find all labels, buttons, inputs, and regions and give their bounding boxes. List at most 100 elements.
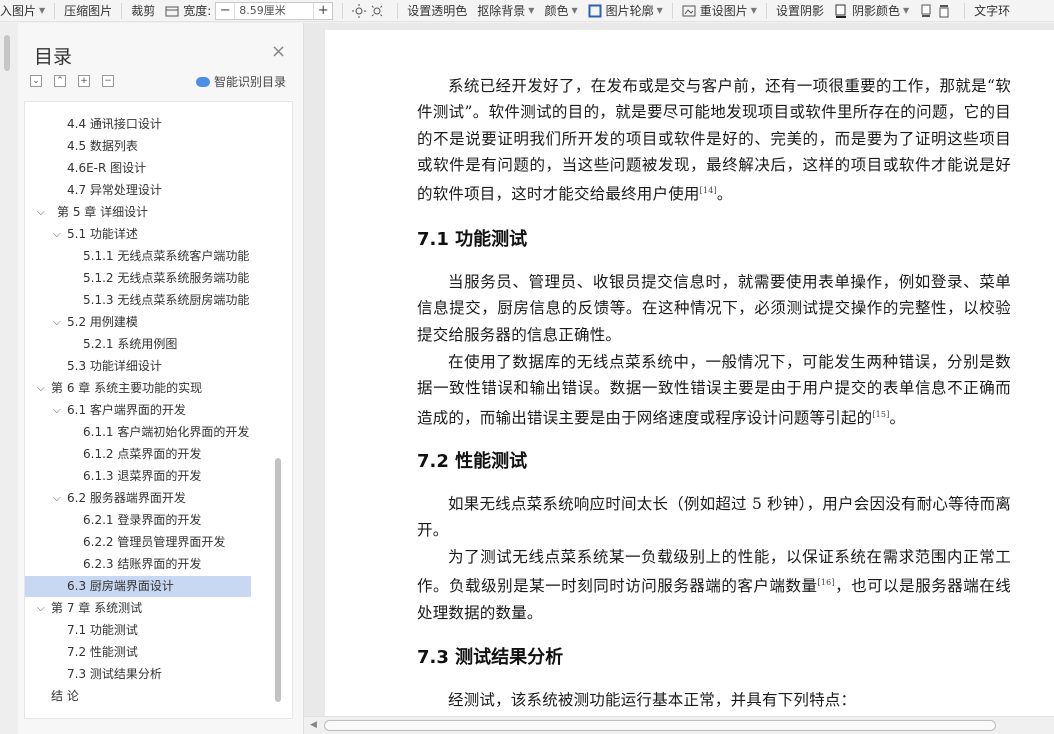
reset-picture-button[interactable]: 重设图片 ▼ <box>677 0 762 22</box>
paragraph-text: 系统已经开发好了，在发布或是交与客户前，还有一项很重要的工作，那就是“软件测试”… <box>417 77 1011 204</box>
scroll-left-icon[interactable]: ◀ <box>310 720 317 730</box>
chevron-down-icon[interactable]: ⌵ <box>53 488 61 509</box>
width-stepper[interactable]: − 8.59厘米 + <box>215 1 334 20</box>
paragraph: 经测试，该系统被测功能运行基本正常，并具有下列特点： <box>448 691 857 709</box>
toc-item[interactable]: ⌵ 5.2 用例建模 <box>25 312 251 333</box>
width-control: 宽度: − 8.59厘米 + <box>160 0 338 22</box>
picture-toolbar: 入图片 ▼ 压缩图片 裁剪 宽度: − 8.59厘米 + 设置透明色 抠除背景 ▼ … <box>0 0 1054 22</box>
insert-picture-button[interactable]: 入图片 ▼ <box>0 0 50 22</box>
expand-all-icon[interactable]: ⌃ <box>54 75 66 87</box>
toc-item-label: 5.2 用例建模 <box>67 315 138 329</box>
chevron-down-icon[interactable]: ⌵ <box>37 378 45 399</box>
toc-item-label: 6.2.1 登录界面的开发 <box>83 513 202 527</box>
toolbar-divider <box>964 2 966 19</box>
shadow-nudge-up-icon[interactable] <box>919 4 933 18</box>
toc-item[interactable]: 5.2.1 系统用例图 <box>25 334 251 355</box>
toc-item[interactable]: ⌵ 5.1 功能详述 <box>25 224 251 245</box>
section-heading: 7.2 性能测试 <box>417 451 528 472</box>
toc-item[interactable]: 4.6E-R 图设计 <box>25 158 251 179</box>
paragraph-text: 。 <box>716 185 733 204</box>
panel-resize-handle[interactable] <box>4 35 10 71</box>
set-shadow-button[interactable]: 设置阴影 <box>771 0 829 22</box>
toc-item[interactable]: 结 论 <box>25 686 251 707</box>
shadow-nudge-buttons <box>914 0 960 22</box>
shadow-color-icon <box>834 4 848 18</box>
set-transparent-color-button[interactable]: 设置透明色 <box>402 0 472 22</box>
toolbar-divider <box>671 2 673 19</box>
toc-item-label: 结 论 <box>51 689 79 703</box>
toc-item[interactable]: 5.1.3 无线点菜系统厨房端功能 <box>25 290 251 311</box>
toc-item[interactable]: 4.4 通讯接口设计 <box>25 114 251 135</box>
chevron-down-icon: ▼ <box>656 6 663 15</box>
paragraph-text: 。 <box>889 408 906 427</box>
toc-item-label: 6.1.3 退菜界面的开发 <box>83 469 202 483</box>
text-wrap-button[interactable]: 文字环 <box>969 0 1015 22</box>
compress-picture-button[interactable]: 压缩图片 <box>59 0 117 22</box>
toc-item-chapter-7[interactable]: ⌵ 第 7 章 系统测试 <box>25 598 251 619</box>
collapse-all-icon[interactable]: ⌄ <box>30 75 42 87</box>
add-heading-icon[interactable]: + <box>78 75 90 87</box>
color-button[interactable]: 颜色 ▼ <box>539 0 582 22</box>
chevron-down-icon[interactable]: ⌵ <box>37 598 45 619</box>
toc-item-chapter-6[interactable]: ⌵ 第 6 章 系统主要功能的实现 <box>25 378 251 399</box>
brightness-buttons <box>347 0 393 22</box>
remove-background-button[interactable]: 抠除背景 ▼ <box>472 0 539 22</box>
scrollbar-thumb[interactable] <box>324 720 996 731</box>
chevron-down-icon[interactable]: ⌵ <box>53 224 61 245</box>
reset-picture-icon <box>682 4 696 18</box>
toc-item[interactable]: 5.1.2 无线点菜系统服务端功能 <box>25 268 251 289</box>
toc-item[interactable]: 6.2.1 登录界面的开发 <box>25 510 251 531</box>
toc-item[interactable]: 4.5 数据列表 <box>25 136 251 157</box>
chevron-down-icon[interactable]: ⌵ <box>53 312 61 333</box>
chevron-down-icon[interactable]: ⌵ <box>53 400 61 421</box>
brightness-up-icon[interactable] <box>352 3 367 18</box>
paragraph: 为了测试无线点菜系统某一负载级别上的性能，以保证系统在需求范围内正常工作。负载级… <box>417 544 1011 626</box>
toc-item[interactable]: 7.1 功能测试 <box>25 620 251 641</box>
toc-item-label: 6.1.2 点菜界面的开发 <box>83 447 202 461</box>
toc-item-label: 5.1.2 无线点菜系统服务端功能 <box>83 271 250 285</box>
toc-item-chapter-5[interactable]: ⌵ 第 5 章 详细设计 <box>25 202 251 223</box>
toc-item-active[interactable]: 6.3 厨房端界面设计 <box>25 576 251 597</box>
close-icon[interactable]: × <box>271 43 286 61</box>
shadow-color-button[interactable]: 阴影颜色 ▼ <box>829 0 914 22</box>
crop-label: 裁剪 <box>131 4 156 18</box>
paragraph: 在使用了数据库的无线点菜系统中，一般情况下，可能发生两种错误，分别是数据一致性错… <box>417 349 1011 431</box>
toc-item[interactable]: 7.2 性能测试 <box>25 642 251 663</box>
toc-item-label: 5.3 功能详细设计 <box>67 359 162 373</box>
toc-item[interactable]: 5.1.1 无线点菜系统客户端功能 <box>25 246 251 267</box>
toc-item[interactable]: 6.1.3 退菜界面的开发 <box>25 466 251 487</box>
width-input[interactable]: 8.59厘米 <box>234 2 315 19</box>
toolbar-divider <box>54 2 56 19</box>
left-gutter <box>0 23 18 734</box>
shadow-nudge-down-icon[interactable] <box>937 4 951 18</box>
toc-item[interactable]: 7.3 测试结果分析 <box>25 664 251 685</box>
smart-toc-label: 智能识别目录 <box>214 75 287 89</box>
toc-item-label: 4.4 通讯接口设计 <box>67 117 162 131</box>
outline-icon <box>588 4 602 18</box>
toc-item[interactable]: 6.2.3 结账界面的开发 <box>25 554 251 575</box>
chevron-down-icon[interactable]: ⌵ <box>37 202 45 223</box>
width-increase-button[interactable]: + <box>314 3 332 19</box>
smart-toc-button[interactable]: 智能识别目录 <box>196 73 286 90</box>
toc-item-label: 6.2 服务器端界面开发 <box>67 491 186 505</box>
toc-item[interactable]: 4.7 异常处理设计 <box>25 180 251 201</box>
brightness-down-icon[interactable] <box>370 4 384 18</box>
toc-item[interactable]: 6.1.2 点菜界面的开发 <box>25 444 251 465</box>
picture-outline-button[interactable]: 图片轮廓 ▼ <box>583 0 668 22</box>
toc-item[interactable]: ⌵ 6.1 客户端界面的开发 <box>25 400 251 421</box>
toc-scrollbar[interactable] <box>275 458 281 702</box>
set-transparent-color-label: 设置透明色 <box>407 4 468 18</box>
width-decrease-button[interactable]: − <box>216 3 234 19</box>
cloud-icon <box>196 76 210 87</box>
toc-item[interactable]: 6.2.2 管理员管理界面开发 <box>25 532 251 553</box>
toc-item[interactable]: ⌵ 6.2 服务器端界面开发 <box>25 488 251 509</box>
horizontal-scrollbar[interactable]: ◀ <box>304 716 1054 734</box>
toc-item-label: 第 6 章 系统主要功能的实现 <box>51 381 203 395</box>
toc-item-label: 7.1 功能测试 <box>67 623 138 637</box>
chevron-down-icon: ▼ <box>528 6 535 15</box>
crop-button[interactable]: 裁剪 <box>126 0 160 22</box>
toc-item[interactable]: 6.1.1 客户端初始化界面的开发 <box>25 422 251 443</box>
toc-item[interactable]: 5.3 功能详细设计 <box>25 356 251 377</box>
remove-heading-icon[interactable]: − <box>102 75 114 87</box>
shadow-color-label: 阴影颜色 <box>851 4 900 18</box>
